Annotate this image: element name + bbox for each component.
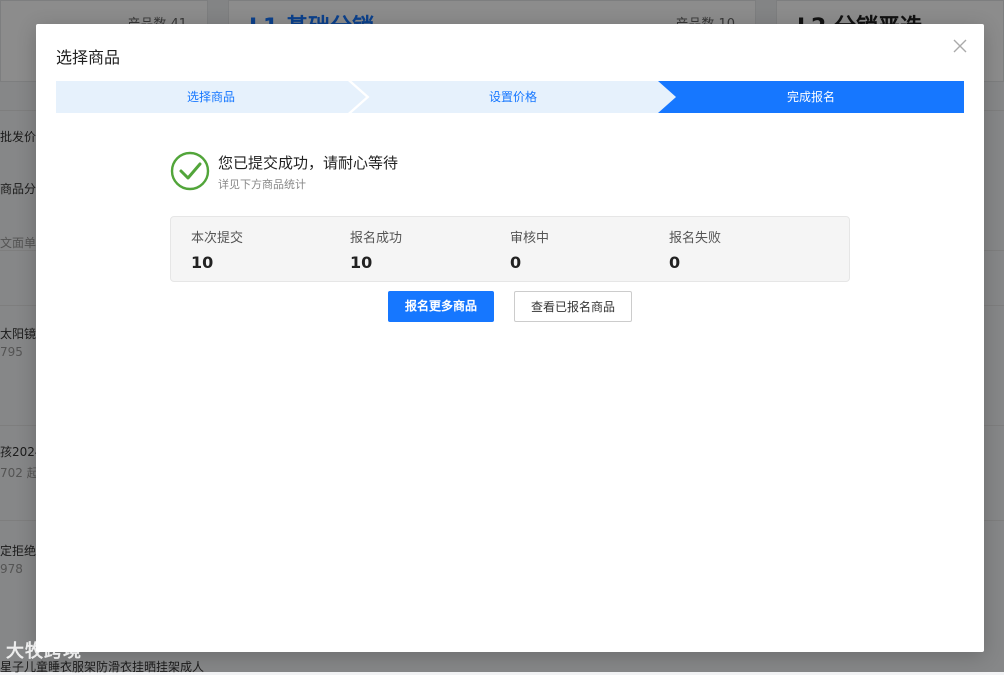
step-label: 完成报名	[786, 90, 835, 104]
step-set-price: 设置价格	[350, 81, 676, 113]
view-registered-button[interactable]: 查看已报名商品	[514, 291, 632, 322]
success-check-icon	[170, 151, 210, 191]
step-select-product: 选择商品	[56, 81, 366, 113]
stat-submitted: 本次提交 10	[191, 227, 243, 272]
step-label: 设置价格	[488, 90, 537, 104]
stat-label: 报名失败	[669, 231, 722, 246]
success-subtext: 详见下方商品统计	[218, 178, 306, 191]
step-progress: 选择商品 设置价格 完成报名	[56, 81, 964, 113]
step-label: 选择商品	[186, 90, 235, 104]
dialog-title: 选择商品	[56, 48, 121, 67]
success-message: 您已提交成功，请耐心等待	[218, 154, 399, 172]
stat-label: 审核中	[510, 231, 550, 246]
stat-success: 报名成功 10	[350, 227, 402, 272]
stat-failed: 报名失败 0	[669, 227, 721, 272]
stat-reviewing: 审核中 0	[510, 227, 549, 272]
submission-stats: 本次提交 10 报名成功 10 审核中 0 报名失败 0	[170, 216, 850, 282]
stat-value: 0	[669, 253, 681, 272]
step-complete-registration: 完成报名	[658, 81, 964, 113]
watermark-logo: 大牧跨境	[6, 641, 82, 662]
register-more-button[interactable]: 报名更多商品	[388, 291, 494, 322]
stat-label: 报名成功	[350, 231, 403, 246]
close-icon[interactable]	[952, 38, 968, 54]
stat-value: 0	[510, 253, 522, 272]
stat-value: 10	[350, 253, 373, 272]
stat-label: 本次提交	[191, 231, 244, 246]
select-product-dialog: 选择商品 选择商品 设置价格 完成报名 您已提交成功，请耐心等待 详见下方商品统…	[36, 24, 984, 652]
stat-value: 10	[191, 253, 214, 272]
